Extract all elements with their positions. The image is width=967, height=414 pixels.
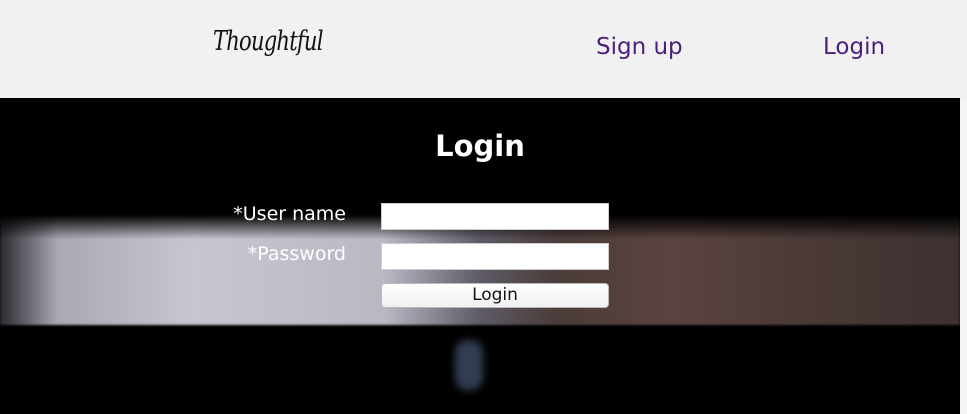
nav-signup-link[interactable]: Sign up [596,34,683,60]
login-title: Login [435,129,525,163]
password-field[interactable] [381,243,609,270]
nav-login-link[interactable]: Login [823,34,885,60]
username-label: *User name [233,203,346,225]
top-navigation-bar: Thoughtful Sign up Login [0,0,967,98]
username-field[interactable] [381,203,609,230]
background-photo [0,215,960,325]
site-logo[interactable]: Thoughtful [213,26,323,57]
password-label: *Password [247,243,346,265]
page-gutter [960,98,967,414]
login-submit-button[interactable]: Login [381,283,609,308]
background-photo-highlight [455,340,483,390]
